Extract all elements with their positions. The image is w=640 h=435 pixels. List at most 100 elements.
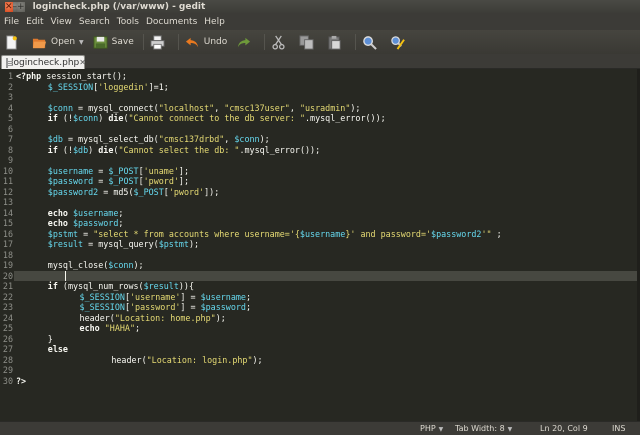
window-title: logincheck.php (/var/www) - gedit — [32, 2, 206, 12]
save-button[interactable]: Save — [93, 35, 134, 50]
line-number: 18 — [2, 249, 13, 260]
text-file-icon — [6, 57, 13, 68]
code-editor[interactable]: 1 2 3 4 5 6 7 8 9 10 11 12 13 14 15 16 17 18 19 20 21 22 23 24 2… — [0, 69, 640, 421]
code-line[interactable]: echo $username; — [16, 208, 124, 219]
code-line[interactable]: $result = mysql_query($pstmt); — [16, 239, 199, 250]
menu-tools[interactable]: Tools — [117, 17, 139, 27]
toolbar-separator — [264, 34, 266, 50]
language-selector[interactable]: PHP ▼ — [420, 424, 443, 433]
redo-button[interactable] — [236, 35, 255, 50]
close-tab-icon[interactable]: ✕ — [79, 58, 86, 67]
cursor-position: Ln 20, Col 9 — [540, 424, 588, 433]
toolbar-separator — [142, 34, 144, 50]
text-cursor — [65, 270, 66, 281]
open-button[interactable]: Open ▼ — [32, 35, 84, 50]
undo-icon — [185, 35, 200, 50]
line-number: 4 — [7, 102, 13, 113]
code-line[interactable]: <?php session_start(); — [16, 71, 127, 82]
save-button-label: Save — [111, 37, 134, 47]
undo-button[interactable]: Undo — [185, 35, 228, 50]
replace-button[interactable] — [390, 35, 409, 50]
menu-view[interactable]: View — [51, 17, 72, 27]
status-bar: PHP ▼ Tab Width: 8 ▼ Ln 20, Col 9 INS — [0, 421, 640, 435]
line-number: 3 — [7, 92, 13, 102]
language-label: PHP — [420, 424, 436, 433]
chevron-down-icon: ▼ — [507, 426, 513, 433]
insert-mode: INS — [612, 424, 626, 433]
redo-icon — [236, 35, 251, 50]
code-line[interactable]: if (!$conn) die("Cannot connect to the d… — [16, 113, 386, 124]
line-number: 26 — [2, 333, 13, 344]
code-line[interactable]: echo "HAHA"; — [16, 323, 141, 334]
line-number: 2 — [7, 81, 13, 92]
folder-open-icon — [32, 35, 47, 50]
line-number: 23 — [2, 302, 13, 312]
print-button[interactable] — [150, 34, 169, 50]
code-line[interactable]: $_SESSION['loggedin']=1; — [16, 82, 169, 93]
line-number: 15 — [2, 218, 13, 228]
code-line[interactable]: $pstmt = "select * from accounts where u… — [16, 229, 502, 240]
menu-bar: File Edit View Search Tools Documents He… — [0, 14, 640, 30]
line-number: 1 — [7, 71, 13, 81]
code-line[interactable]: echo $password; — [16, 218, 124, 229]
tab-width-label: Tab Width: 8 — [455, 424, 505, 433]
chevron-down-icon: ▼ — [438, 426, 444, 433]
code-line[interactable]: header("Location: login.php"); — [16, 355, 262, 366]
close-window-button[interactable]: ✕ — [5, 2, 13, 12]
line-number: 24 — [2, 312, 13, 323]
code-line[interactable]: $_SESSION['password'] = $password; — [16, 302, 251, 313]
chevron-down-icon[interactable]: ▼ — [79, 39, 84, 46]
line-number: 7 — [7, 134, 13, 144]
replace-icon — [390, 35, 406, 50]
find-icon — [362, 35, 378, 50]
code-line[interactable]: if (!$db) die("Cannot select the db: ".m… — [16, 145, 320, 156]
tab-logincheck[interactable]: logincheck.php ✕ — [1, 55, 86, 69]
line-number: 29 — [2, 365, 13, 375]
title-bar: ✕ – + logincheck.php (/var/www) - gedit — [0, 0, 640, 14]
tab-width-selector[interactable]: Tab Width: 8 ▼ — [455, 424, 512, 433]
menu-file[interactable]: File — [4, 17, 19, 27]
line-number: 22 — [2, 291, 13, 302]
line-number: 21 — [2, 281, 13, 291]
line-number: 10 — [2, 165, 13, 176]
line-number: 27 — [2, 344, 13, 354]
toolbar-separator — [355, 34, 357, 50]
menu-search[interactable]: Search — [79, 17, 110, 27]
line-number: 16 — [2, 228, 13, 239]
code-line[interactable]: else — [16, 344, 68, 355]
line-number: 30 — [2, 375, 13, 386]
undo-button-label: Undo — [203, 37, 228, 47]
menu-edit[interactable]: Edit — [26, 17, 43, 27]
save-icon — [93, 35, 108, 50]
line-number: 8 — [7, 144, 13, 155]
print-icon — [150, 34, 165, 50]
cut-button[interactable] — [271, 35, 290, 50]
menu-help[interactable]: Help — [204, 17, 225, 27]
cut-icon — [271, 35, 286, 50]
line-number: 9 — [7, 155, 13, 165]
code-line[interactable]: $username = $_POST['uname']; — [16, 166, 189, 177]
tab-label: logincheck.php — [11, 57, 80, 68]
paste-button[interactable] — [327, 35, 346, 50]
menu-documents[interactable]: Documents — [146, 17, 197, 27]
line-number: 12 — [2, 186, 13, 197]
code-line[interactable]: $password = $_POST['pword']; — [16, 176, 189, 187]
code-line[interactable] — [16, 271, 48, 282]
toolbar: Open ▼ Save Undo — [0, 30, 640, 54]
code-line[interactable]: if (mysql_num_rows($result)){ — [16, 281, 194, 292]
copy-icon — [299, 34, 314, 50]
code-line[interactable]: header("Location: home.php"); — [16, 313, 226, 324]
code-line[interactable]: mysql_close($conn); — [16, 260, 144, 271]
find-button[interactable] — [362, 35, 381, 50]
tab-strip: logincheck.php ✕ — [0, 54, 640, 69]
line-number-gutter: 1 2 3 4 5 6 7 8 9 10 11 12 13 14 15 16 17 18 19 20 21 22 23 24 2… — [0, 69, 14, 421]
code-line[interactable]: $_SESSION['username'] = $username; — [16, 292, 251, 303]
code-line[interactable]: $password2 = md5($_POST['pword']); — [16, 187, 219, 198]
code-line[interactable]: ?> — [16, 376, 26, 387]
new-button[interactable] — [4, 34, 23, 50]
maximize-window-button[interactable]: + — [17, 2, 25, 12]
code-line[interactable]: $conn = mysql_connect("localhost", "cmsc… — [16, 103, 361, 114]
copy-button[interactable] — [299, 34, 318, 50]
code-line[interactable]: $db = mysql_select_db("cmsc137drbd", $co… — [16, 134, 270, 145]
code-line[interactable]: } — [16, 334, 53, 345]
